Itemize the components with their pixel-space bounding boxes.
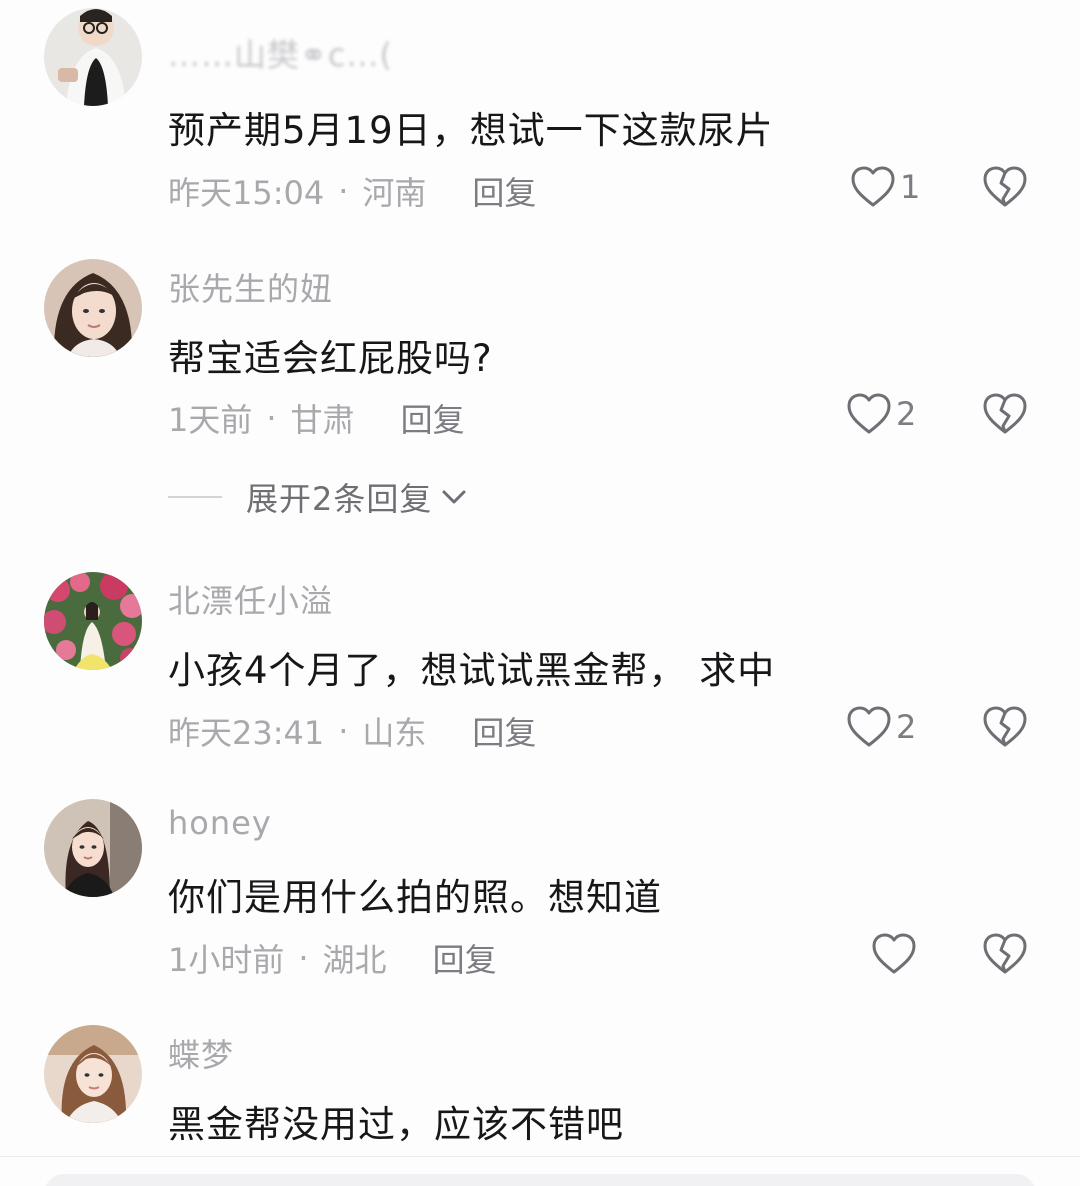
heart-icon — [851, 166, 895, 207]
expand-replies-button[interactable]: 展开2条回复 — [168, 474, 468, 520]
dislike-button[interactable] — [982, 165, 1028, 213]
username[interactable]: 北漂任小溢 — [168, 576, 333, 622]
meta-separator: · — [338, 712, 349, 750]
reply-button[interactable]: 回复 — [472, 168, 536, 214]
like-button[interactable]: 2 — [846, 705, 916, 749]
comment-time: 1天前 — [168, 401, 253, 439]
comment-meta: 1天前 · 甘肃 回复 — [168, 395, 465, 441]
chevron-down-icon — [442, 490, 466, 504]
comment-time: 昨天23:41 — [168, 714, 325, 752]
reply-button[interactable]: 回复 — [472, 708, 536, 754]
heart-icon — [872, 933, 916, 974]
expand-divider — [168, 496, 222, 498]
comment-location: 河南 — [362, 174, 427, 212]
comment-location: 甘肃 — [290, 401, 355, 439]
user-avatar[interactable] — [44, 259, 142, 357]
like-count: 2 — [896, 395, 917, 433]
username[interactable]: ……山樊⚭c…( — [168, 30, 393, 76]
like-button[interactable] — [871, 932, 921, 976]
username[interactable]: honey — [168, 804, 272, 842]
comment-time: 1小时前 — [168, 941, 285, 979]
comment-input[interactable] — [44, 1174, 1036, 1186]
like-button[interactable]: 1 — [850, 165, 920, 209]
comment-text: 你们是用什么拍的照。想知道 — [168, 876, 662, 919]
like-button[interactable]: 2 — [846, 392, 916, 436]
dislike-button[interactable] — [982, 932, 1028, 980]
meta-separator: · — [338, 172, 349, 210]
heart-icon — [847, 393, 891, 434]
broken-heart-icon — [983, 166, 1027, 207]
comment-text: 黑金帮没用过，应该不错吧 — [168, 1103, 624, 1146]
comment-list: ……山樊⚭c…( 预产期5月19日，想试一下这款尿片 昨天15:04 · 河南 … — [0, 0, 1080, 1186]
broken-heart-icon — [983, 393, 1027, 434]
username[interactable]: 张先生的妞 — [168, 264, 333, 310]
user-avatar[interactable] — [44, 8, 142, 106]
input-divider — [0, 1156, 1080, 1157]
comment-meta: 昨天23:41 · 山东 回复 — [168, 708, 536, 754]
user-avatar[interactable] — [44, 572, 142, 670]
reply-button[interactable]: 回复 — [401, 395, 465, 441]
broken-heart-icon — [983, 933, 1027, 974]
expand-replies-label: 展开2条回复 — [246, 480, 433, 518]
meta-separator: · — [266, 399, 277, 437]
meta-separator: · — [298, 939, 309, 977]
comment-text: 帮宝适会红屁股吗? — [168, 337, 493, 380]
reply-button[interactable]: 回复 — [433, 935, 497, 981]
like-count: 1 — [900, 168, 921, 206]
comment-text: 预产期5月19日，想试一下这款尿片 — [168, 109, 774, 152]
dislike-button[interactable] — [982, 705, 1028, 753]
heart-icon — [847, 706, 891, 747]
comment-location: 湖北 — [322, 941, 387, 979]
like-count: 2 — [896, 708, 917, 746]
username[interactable]: 蝶梦 — [168, 1030, 234, 1076]
comment-time: 昨天15:04 — [168, 174, 325, 212]
user-avatar[interactable] — [44, 799, 142, 897]
comment-text: 小孩4个月了，想试试黑金帮， 求中 — [168, 649, 776, 692]
comment-meta: 1小时前 · 湖北 回复 — [168, 935, 497, 981]
comment-location: 山东 — [362, 714, 427, 752]
broken-heart-icon — [983, 706, 1027, 747]
user-avatar[interactable] — [44, 1025, 142, 1123]
dislike-button[interactable] — [982, 392, 1028, 440]
comment-meta: 昨天15:04 · 河南 回复 — [168, 168, 536, 214]
